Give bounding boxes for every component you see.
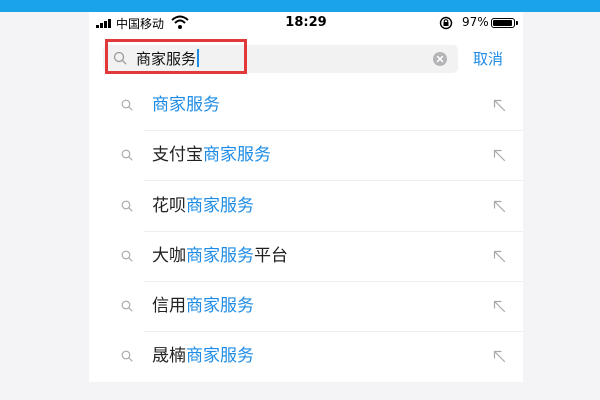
list-footer-spacer xyxy=(89,382,523,400)
text-caret xyxy=(197,49,200,67)
suggestion-item[interactable]: 信用商家服务 xyxy=(89,282,523,332)
suggestion-item[interactable]: 大咖商家服务平台 xyxy=(89,232,523,282)
top-color-band xyxy=(0,0,600,12)
search-icon xyxy=(121,99,133,111)
suggestion-item[interactable]: 花呗商家服务 xyxy=(89,182,523,232)
cancel-button[interactable]: 取消 xyxy=(473,48,503,69)
suggestion-item[interactable]: 商家服务 xyxy=(89,81,523,131)
suggestion-item[interactable]: 晟楠商家服务 xyxy=(89,332,523,382)
fill-arrow-icon[interactable] xyxy=(493,250,506,263)
suggestion-label: 信用商家服务 xyxy=(152,296,254,316)
fill-arrow-icon[interactable] xyxy=(493,99,506,112)
clock: 18:29 xyxy=(285,15,327,30)
phone-screen: 中国移动 18:29 97% 商家服务 取消 商家服务 支付宝商家服务 花呗商家… xyxy=(89,12,523,400)
suggestion-label: 商家服务 xyxy=(152,95,220,115)
fill-arrow-icon[interactable] xyxy=(493,200,506,213)
status-bar: 中国移动 18:29 97% xyxy=(89,12,523,34)
search-icon xyxy=(121,250,133,262)
search-field[interactable]: 商家服务 xyxy=(103,45,458,73)
fill-arrow-icon[interactable] xyxy=(493,300,506,313)
suggestion-label: 大咖商家服务平台 xyxy=(152,246,288,266)
fill-arrow-icon[interactable] xyxy=(493,350,506,363)
search-icon xyxy=(113,51,127,65)
suggestion-item[interactable]: 支付宝商家服务 xyxy=(89,131,523,181)
search-icon xyxy=(121,149,133,161)
battery-icon xyxy=(491,18,518,28)
search-icon xyxy=(121,350,133,362)
search-icon xyxy=(121,300,133,312)
search-icon xyxy=(121,200,133,212)
suggestion-label: 花呗商家服务 xyxy=(152,196,254,216)
row-divider xyxy=(144,180,523,181)
clear-icon[interactable] xyxy=(433,52,447,66)
suggestion-label: 支付宝商家服务 xyxy=(152,145,271,165)
battery-percent: 97% xyxy=(462,15,489,29)
fill-arrow-icon[interactable] xyxy=(493,149,506,162)
suggestion-label: 晟楠商家服务 xyxy=(152,346,254,366)
search-input[interactable]: 商家服务 xyxy=(136,49,200,69)
orientation-lock-icon xyxy=(439,16,453,30)
